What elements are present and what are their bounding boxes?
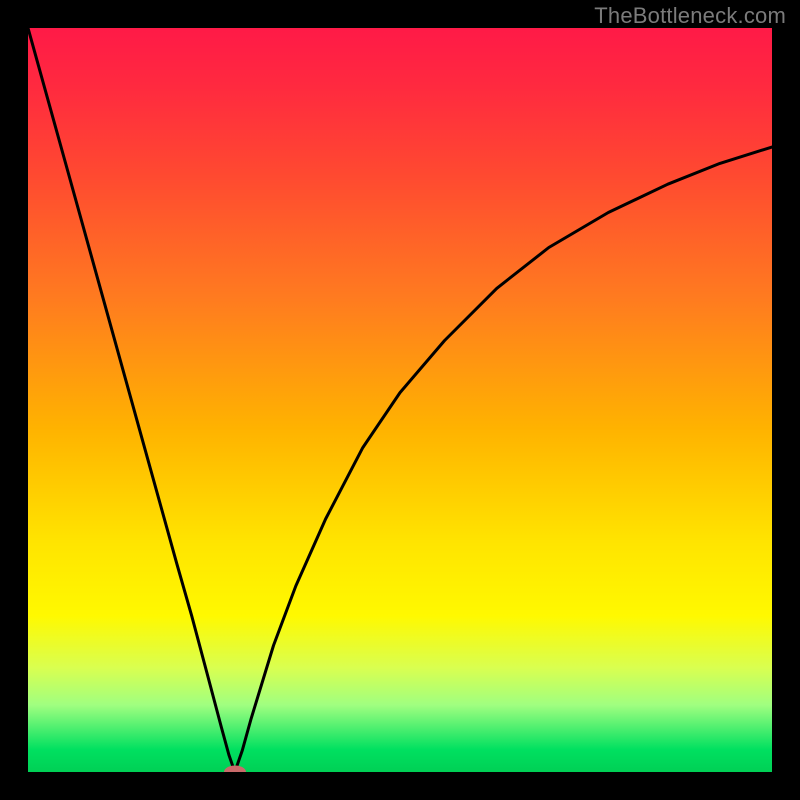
chart-curve [28, 28, 772, 772]
optimal-point-marker [224, 766, 246, 773]
chart-area [28, 28, 772, 772]
watermark-text: TheBottleneck.com [594, 3, 786, 29]
